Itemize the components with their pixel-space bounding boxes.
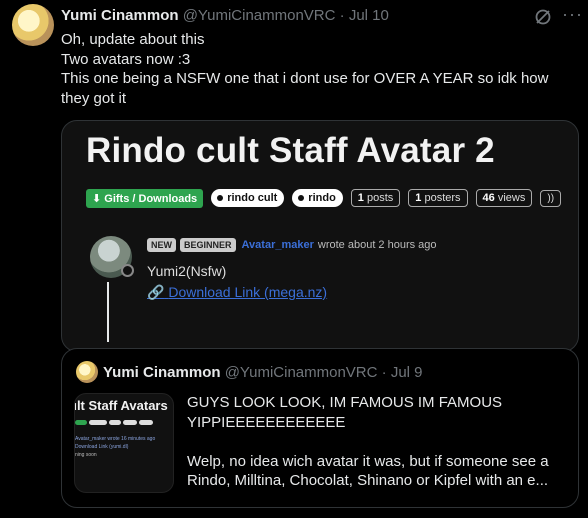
post-body: Yumi2(Nsfw) <box>147 263 227 279</box>
download-icon: ⬇ <box>92 192 102 205</box>
stat-number: 1 <box>415 192 422 204</box>
grok-icon-svg <box>535 9 551 25</box>
rss-icon: )) <box>540 189 562 207</box>
thumb-tag <box>89 420 107 425</box>
thumbnail-note: ning soon <box>75 452 97 458</box>
quoted-author-avatar <box>76 361 98 383</box>
stat-number: 1 <box>357 192 364 204</box>
stat-label: posts <box>366 192 394 204</box>
quoted-author-name: Yumi Cinammon <box>103 364 221 381</box>
quoted-tweet[interactable]: Yumi Cinammon @YumiCinammonVRC · Jul 9 u… <box>61 348 579 508</box>
quoted-line: GUYS LOOK LOOK, IM FAMOUS IM FAMOUS <box>187 394 503 411</box>
stat-views: 46 views <box>475 189 533 207</box>
tweet-line: Two avatars now :3 <box>61 50 191 68</box>
thumb-tag <box>139 420 153 425</box>
tweet-date[interactable]: Jul 10 <box>349 7 389 24</box>
thumbnail-meta: Avatar_maker wrote 16 minutes ago <box>75 436 156 442</box>
tag-label: rindo cult <box>227 192 278 204</box>
category-badge: ⬇ Gifts / Downloads <box>86 188 204 208</box>
grok-icon[interactable] <box>534 8 554 28</box>
tweet-text: Oh, update about this Two avatars now :3… <box>61 30 571 108</box>
download-link-text: Download Link (mega.nz) <box>168 284 328 300</box>
quoted-line: Rindo, Milltina, Chocolat, Shinano or Ki… <box>187 472 549 489</box>
badge-new: NEW <box>147 238 176 252</box>
tag-label: rindo <box>308 192 336 204</box>
separator: · <box>381 364 387 381</box>
post-timestamp: wrote about 2 hours ago <box>317 239 437 251</box>
quoted-tweet-date: Jul 9 <box>390 364 423 381</box>
topic-tag-row: ⬇ Gifts / Downloads rindo cult rindo 1 p… <box>86 188 562 208</box>
thumbnail-link: Download Link (yumi.dl) <box>75 444 129 450</box>
stat-label: views <box>497 192 526 204</box>
thumbnail-tag-row <box>75 420 153 425</box>
thumb-tag <box>109 420 121 425</box>
quoted-media-thumbnail: ult Staff Avatars Avatar_maker wrote 16 … <box>74 393 174 493</box>
thumbnail-title: ult Staff Avatars <box>74 398 168 413</box>
post-meta: NEW BEGINNER Avatar_maker wrote about 2 … <box>147 238 437 252</box>
category-label: Gifts / Downloads <box>104 192 198 205</box>
download-link: 🔗 Download Link (mega.nz) <box>147 284 327 301</box>
link-icon: 🔗 <box>147 284 165 300</box>
thread-connector-line <box>107 282 109 342</box>
tweet-header: Yumi Cinammon @YumiCinammonVRC · Jul 10 <box>61 7 389 24</box>
tag-chip: rindo <box>292 189 343 207</box>
thumb-tag <box>75 420 87 425</box>
tag-dot-icon <box>298 195 305 201</box>
status-indicator <box>121 264 134 277</box>
tag-chip: rindo cult <box>211 189 285 207</box>
attached-image-card[interactable]: Rindo cult Staff Avatar 2 ⬇ Gifts / Down… <box>61 120 579 352</box>
quoted-line: YIPPIEEEEEEEEEEEE <box>187 413 346 431</box>
thumb-tag <box>123 420 137 425</box>
separator: · <box>339 7 345 24</box>
author-handle[interactable]: @YumiCinammonVRC <box>183 7 336 24</box>
author-name[interactable]: Yumi Cinammon <box>61 7 179 24</box>
stat-label: posters <box>424 192 461 204</box>
tweet-line: Oh, update about this <box>61 31 205 48</box>
tweet-line: This one being a NSFW one that i dont us… <box>61 70 549 107</box>
stat-posts: 1 posts <box>350 189 401 207</box>
badge-beginner: BEGINNER <box>180 238 236 252</box>
more-options-icon[interactable]: ··· <box>562 4 583 25</box>
quoted-tweet-text: GUYS LOOK LOOK, IM FAMOUS IM FAMOUS YIPP… <box>187 393 567 491</box>
poster-username: Avatar_maker <box>241 239 314 251</box>
quoted-line: Welp, no idea wich avatar it was, but if… <box>187 452 549 470</box>
stat-number: 46 <box>482 192 495 204</box>
author-avatar[interactable] <box>12 4 54 46</box>
stat-posters: 1 posters <box>408 189 468 207</box>
quoted-author-handle: @YumiCinammonVRC <box>224 364 378 381</box>
topic-title: Rindo cult Staff Avatar 2 <box>86 131 495 170</box>
quoted-tweet-header: Yumi Cinammon @YumiCinammonVRC · Jul 9 <box>103 364 423 381</box>
tag-dot-icon <box>217 195 224 201</box>
